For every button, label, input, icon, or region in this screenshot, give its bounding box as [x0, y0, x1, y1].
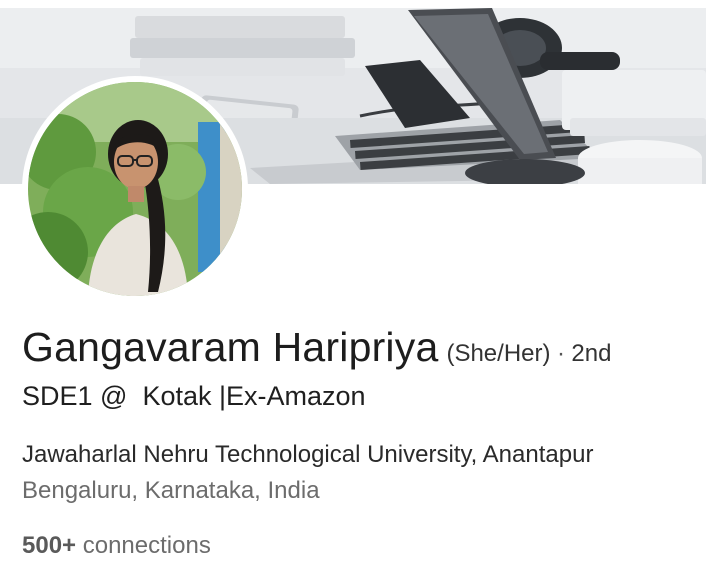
degree-separator: · — [556, 340, 565, 367]
profile-pronouns: (She/Her) — [446, 340, 551, 367]
profile-headline: SDE1 @ Kotak |Ex-Amazon — [22, 381, 366, 411]
profile-name: Gangavaram Haripriya — [22, 324, 439, 370]
connections-count: 500+ — [22, 532, 77, 559]
profile-education[interactable]: Jawaharlal Nehru Technological Universit… — [22, 441, 593, 469]
connections-label: connections — [82, 532, 211, 559]
profile-location: Bengaluru, Karnataka, India — [22, 477, 320, 504]
connections-link[interactable]: 500+ connections — [22, 532, 211, 560]
connection-degree-badge: 2nd — [571, 340, 612, 367]
avatar[interactable] — [22, 76, 248, 302]
profile-photo — [28, 82, 242, 296]
profile-name-row: Gangavaram Haripriya (She/Her) · 2nd — [22, 324, 611, 371]
profile-page: Gangavaram Haripriya (She/Her) · 2nd SDE1… — [0, 0, 706, 568]
